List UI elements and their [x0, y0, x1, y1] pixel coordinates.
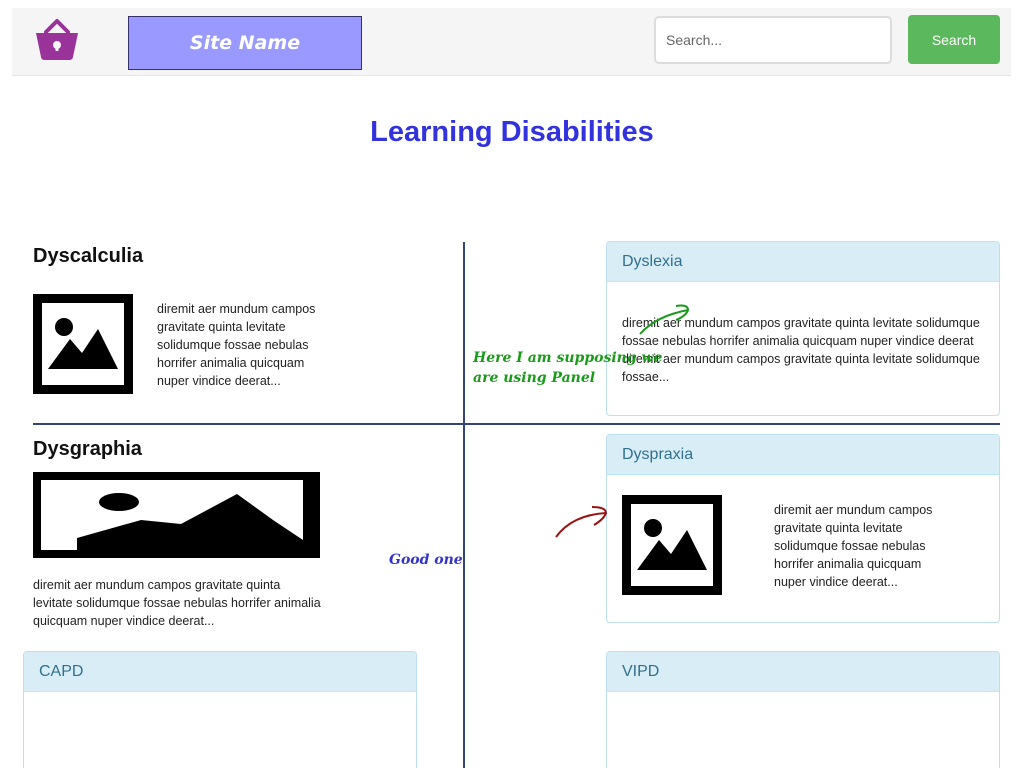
page-title: Learning Disabilities: [370, 116, 654, 148]
search-input[interactable]: [654, 16, 892, 64]
dyslexia-panel-heading: Dyslexia: [607, 242, 999, 282]
red-arrow-icon: [555, 506, 608, 538]
vertical-divider: [463, 242, 465, 768]
site-name[interactable]: Site Name: [128, 16, 362, 70]
green-arrow-icon: [639, 304, 690, 335]
good-one-annotation: Good one: [389, 552, 463, 568]
dyscalculia-text: diremit aer mundum campos gravitate quin…: [157, 302, 316, 388]
image-placeholder-icon: [33, 294, 133, 394]
image-placeholder-icon: [33, 472, 320, 558]
panel-annotation-line-1: Here I am supposing we: [473, 350, 663, 366]
panel-annotation-note: Here I am supposing we are using Panel: [473, 350, 662, 386]
vipd-panel: VIPD: [606, 651, 1000, 768]
image-placeholder-icon: [622, 495, 722, 595]
capd-panel: CAPD: [23, 651, 417, 768]
dyspraxia-panel-heading: Dyspraxia: [607, 435, 999, 475]
search-button[interactable]: Search: [908, 15, 1000, 64]
navbar: Site Name Search: [12, 8, 1011, 76]
vipd-panel-heading: VIPD: [607, 652, 999, 692]
dyspraxia-panel: Dyspraxia diremit aer mundum campos grav…: [606, 434, 1000, 623]
horizontal-divider: [33, 423, 1000, 425]
capd-panel-heading: CAPD: [24, 652, 416, 692]
shopping-basket-icon[interactable]: [34, 18, 80, 62]
dyscalculia-heading: Dyscalculia: [33, 245, 144, 267]
panel-annotation-line-2: are using Panel: [473, 370, 596, 386]
dysgraphia-text: diremit aer mundum campos gravitate quin…: [33, 578, 321, 628]
page: Site Name Search Learning Disabilities D…: [0, 0, 1024, 768]
dysgraphia-heading: Dysgraphia: [33, 438, 142, 460]
dyspraxia-text: diremit aer mundum campos gravitate quin…: [774, 503, 933, 589]
